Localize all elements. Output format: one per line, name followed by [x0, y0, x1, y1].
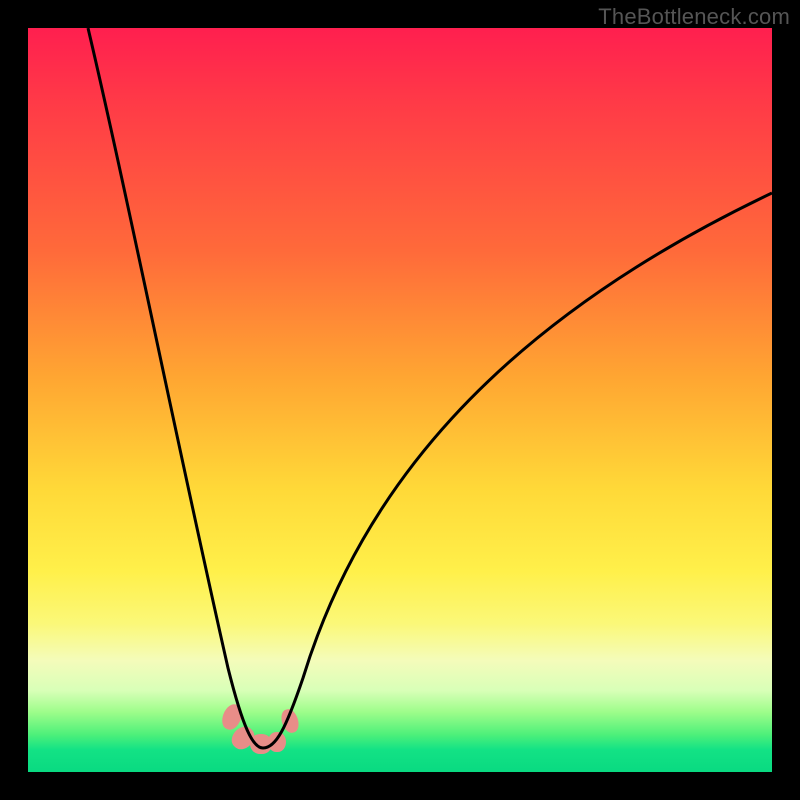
chart-frame: TheBottleneck.com	[0, 0, 800, 800]
watermark-text: TheBottleneck.com	[598, 4, 790, 30]
bottleneck-curve	[28, 28, 772, 772]
plot-area	[28, 28, 772, 772]
